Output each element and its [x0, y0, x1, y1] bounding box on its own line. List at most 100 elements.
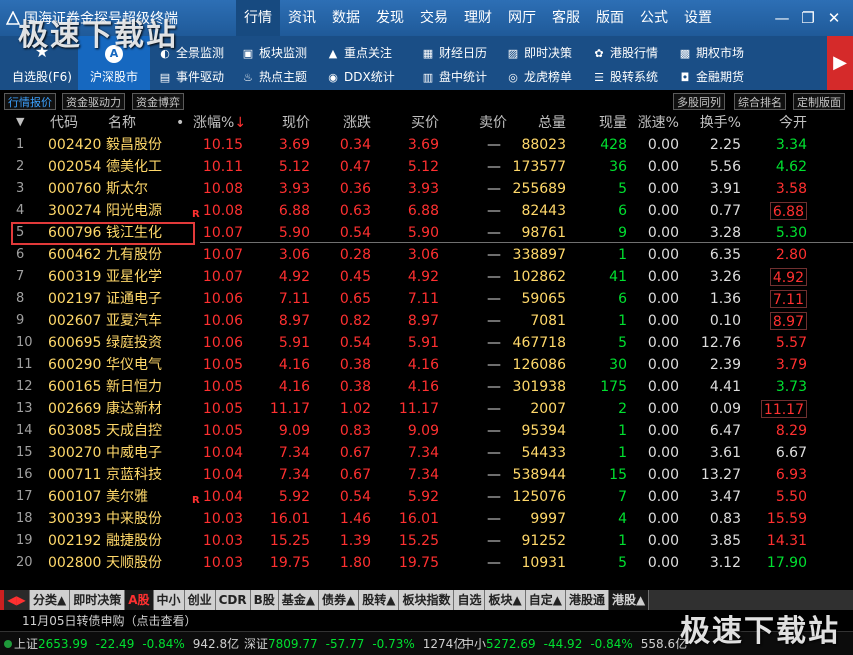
col-name[interactable]: 名称: [108, 114, 136, 132]
index-0[interactable]: 上证2653.99 -22.49 -0.84% 942.8亿: [4, 635, 247, 653]
toolbar-item-2[interactable]: ▣ 板块监测: [241, 42, 307, 64]
col-cur-vol[interactable]: 现量: [599, 114, 627, 132]
toolbar-item-11[interactable]: ☰ 股转系统: [592, 66, 658, 88]
table-row[interactable]: 2 002054 德美化工 10.11 5.12 0.47 5.12 — 173577 36 0.0…: [0, 156, 853, 178]
cell-speed: 0.00: [647, 269, 679, 285]
table-row[interactable]: 19 002192 融捷股份 10.03 15.25 1.39 15.25 — 91252 1 0.…: [0, 530, 853, 552]
stock-name: 九有股份: [106, 247, 162, 263]
table-row[interactable]: 8 002197 证通电子 10.06 7.11 0.65 7.11 — 59065 6 0.00 1…: [0, 288, 853, 310]
cell-cur_vol: 1: [618, 247, 627, 263]
market-tab-10[interactable]: 板块指数: [399, 590, 455, 610]
cell-cur_vol: 1: [618, 313, 627, 329]
col-code[interactable]: 代码: [50, 114, 78, 132]
market-tab-7[interactable]: 基金▲: [278, 590, 319, 610]
nav-item-6[interactable]: 网厅: [500, 0, 544, 36]
cell-pct: 10.03: [202, 533, 243, 549]
table-row[interactable]: 1 002420 毅昌股份 10.15 3.69 0.34 3.69 — 88023 428 0.0…: [0, 134, 853, 156]
nav-item-4[interactable]: 交易: [412, 0, 456, 36]
market-tab-13[interactable]: 自定▲: [525, 590, 566, 610]
cell-pct: 10.11: [202, 159, 243, 175]
col-speed[interactable]: 涨速%: [638, 114, 679, 132]
nav-item-1[interactable]: 资讯: [280, 0, 324, 36]
nav-item-3[interactable]: 发现: [368, 0, 412, 36]
table-row[interactable]: 20 002800 天顺股份 10.03 19.75 1.80 19.75 — 10931 5 0.…: [0, 552, 853, 574]
market-tab-9[interactable]: 股转▲: [359, 590, 400, 610]
table-row[interactable]: 12 600165 新日恒力 10.05 4.16 0.38 4.16 — 301938 175 0…: [0, 376, 853, 398]
cell-turnover: 3.85: [709, 533, 741, 549]
toolbar-more-arrow-icon[interactable]: ▶: [827, 36, 853, 90]
index-1[interactable]: 深证7809.77 -57.77 -0.73% 1274亿: [244, 635, 473, 653]
market-tab-8[interactable]: 债券▲: [318, 590, 360, 610]
minimize-button[interactable]: —: [769, 0, 795, 36]
toolbar-item-5[interactable]: ◉ DDX统计: [326, 66, 395, 88]
subtab-left-2[interactable]: 资金博弈: [132, 93, 184, 110]
table-row[interactable]: 13 002669 康达新材 10.05 11.17 1.02 11.17 — 2007 2 0.0…: [0, 398, 853, 420]
table-row[interactable]: 11 600290 华仪电气 10.05 4.16 0.38 4.16 — 126086 30 0.…: [0, 354, 853, 376]
subtab-right-2[interactable]: 定制版面: [793, 93, 845, 110]
cell-speed: 0.00: [647, 335, 679, 351]
market-tab-5[interactable]: CDR: [215, 590, 251, 610]
index-2[interactable]: 中小5272.69 -44.92 -0.84% 558.6亿: [462, 635, 695, 653]
table-row[interactable]: 3 000760 斯太尔 10.08 3.93 0.36 3.93 — 255689 5 0.00 3…: [0, 178, 853, 200]
toolbar-item-9[interactable]: ◎ 龙虎榜单: [506, 66, 572, 88]
nav-item-7[interactable]: 客服: [544, 0, 588, 36]
subtab-right-1[interactable]: 综合排名: [734, 93, 786, 110]
table-row[interactable]: 17 600107 美尔雅 R 10.04 5.92 0.54 5.92—125076 7 0.0…: [0, 486, 853, 508]
restore-button[interactable]: ❐: [795, 0, 821, 36]
table-row[interactable]: 16 000711 京蓝科技 10.04 7.34 0.67 7.34 — 538944 15 0.…: [0, 464, 853, 486]
col-volume[interactable]: 总量: [538, 114, 566, 132]
table-row[interactable]: 18 300393 中来股份 10.03 16.01 1.46 16.01 — 9997 4 0.0…: [0, 508, 853, 530]
toolbar-item-13[interactable]: ◘ 金融期货: [678, 66, 744, 88]
table-row[interactable]: 9 002607 亚夏汽车 10.06 8.97 0.82 8.97 — 7081 1 0.00 0.…: [0, 310, 853, 332]
market-tab-2[interactable]: A股: [125, 590, 154, 610]
market-tab-15[interactable]: 港股▲: [608, 590, 650, 610]
close-button[interactable]: ✕: [821, 0, 847, 36]
market-tab-0[interactable]: 分类▲: [30, 590, 71, 610]
cell-price: 3.06: [278, 247, 310, 263]
subtab-right-0[interactable]: 多股同列: [673, 93, 725, 110]
table-row[interactable]: 5 600796 钱江生化 10.07 5.90 0.54 5.90 — 98761 9 0.00 3…: [0, 222, 853, 244]
table-row[interactable]: 6 600462 九有股份 10.07 3.06 0.28 3.06 — 338897 1 0.00…: [0, 244, 853, 266]
subtab-left-0[interactable]: 行情报价: [4, 93, 56, 110]
nav-item-8[interactable]: 版面: [588, 0, 632, 36]
market-tab-12[interactable]: 板块▲: [485, 590, 526, 610]
col-bid[interactable]: 买价: [411, 114, 439, 132]
col-pct[interactable]: 涨幅%↓: [193, 114, 246, 132]
nav-item-0[interactable]: 行情: [236, 0, 280, 36]
market-tab-11[interactable]: 自选: [454, 590, 486, 610]
tab-scroll-arrows[interactable]: ◀▶: [0, 590, 30, 610]
nav-item-10[interactable]: 设置: [676, 0, 720, 36]
col-ask[interactable]: 卖价: [479, 114, 507, 132]
col-change[interactable]: 涨跌: [343, 114, 371, 132]
row-number: 10: [16, 335, 33, 350]
market-tab-6[interactable]: B股: [250, 590, 279, 610]
subtab-left-1[interactable]: 资金驱动力: [62, 93, 125, 110]
notice-link[interactable]: 11月05日转债申购（点击查看）: [22, 613, 197, 629]
toolbar-item-12[interactable]: ▩ 期权市场: [678, 42, 744, 64]
market-tab-1[interactable]: 即时决策: [70, 590, 126, 610]
market-tab-14[interactable]: 港股通: [565, 590, 609, 610]
toolbar-item-8[interactable]: ▨ 即时决策: [506, 42, 572, 64]
toolbar-item-3[interactable]: ♨ 热点主题: [241, 66, 307, 88]
header-menu-icon[interactable]: ▼: [16, 113, 24, 131]
nav-item-2[interactable]: 数据: [324, 0, 368, 36]
nav-item-5[interactable]: 理财: [456, 0, 500, 36]
nav-item-9[interactable]: 公式: [632, 0, 676, 36]
col-turnover[interactable]: 换手%: [700, 114, 741, 132]
market-tab-4[interactable]: 创业: [184, 590, 216, 610]
table-row[interactable]: 7 600319 亚星化学 10.07 4.92 0.45 4.92 — 102862 41 0.0…: [0, 266, 853, 288]
toolbar-item-10[interactable]: ✿ 港股行情: [592, 42, 658, 64]
col-open[interactable]: 今开: [779, 114, 807, 132]
cell-speed: 0.00: [647, 511, 679, 527]
toolbar-item-6[interactable]: ▦ 财经日历: [421, 42, 487, 64]
cell-ask: —: [487, 401, 501, 417]
market-tab-3[interactable]: 中小: [153, 590, 185, 610]
table-row[interactable]: 14 603085 天成自控 10.05 9.09 0.83 9.09 — 95394 1 0.00…: [0, 420, 853, 442]
table-row[interactable]: 10 600695 绿庭投资 10.06 5.91 0.54 5.91 — 467718 5 0.0…: [0, 332, 853, 354]
col-price[interactable]: 现价: [282, 114, 310, 132]
table-row[interactable]: 4 300274 阳光电源 R 10.08 6.88 0.63 6.88—82443 6 0.00…: [0, 200, 853, 222]
toolbar-item-1[interactable]: ▤ 事件驱动: [158, 66, 224, 88]
toolbar-item-4[interactable]: ▲ 重点关注: [326, 42, 392, 64]
toolbar-item-7[interactable]: ▥ 盘中统计: [421, 66, 487, 88]
table-row[interactable]: 15 300270 中威电子 10.04 7.34 0.67 7.34 — 54433 1 0.00…: [0, 442, 853, 464]
